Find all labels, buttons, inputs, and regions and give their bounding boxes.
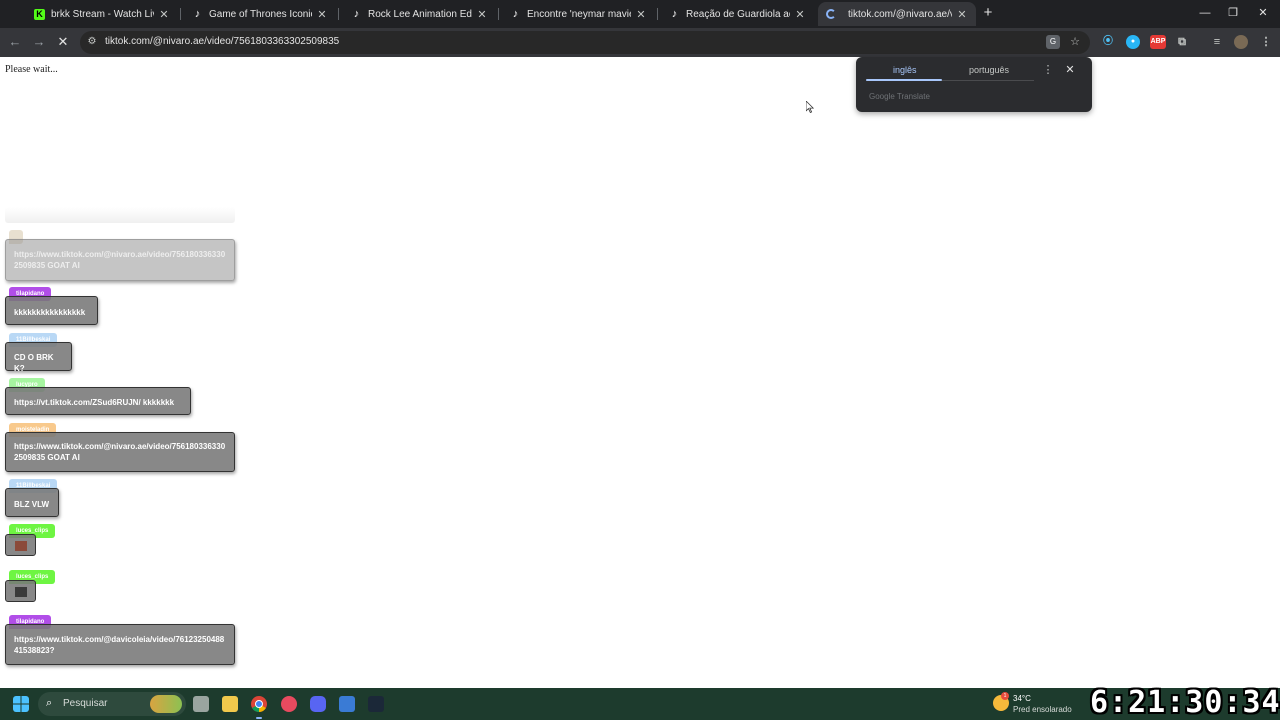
tab-separator <box>657 8 658 20</box>
emote-image <box>15 587 27 597</box>
close-icon[interactable]: ✕ <box>956 8 968 21</box>
extensions-puzzle-icon[interactable]: ⧉ <box>1175 35 1189 49</box>
back-icon[interactable]: ← <box>7 34 23 50</box>
tab-title: Encontre 'neymar mavie edi' no <box>527 8 631 20</box>
chat-emote-message <box>5 580 36 602</box>
tiktok-icon: ♪ <box>194 8 201 20</box>
steam-icon[interactable] <box>368 696 384 712</box>
kick-icon: K <box>34 8 45 20</box>
close-icon[interactable]: ✕ <box>476 8 488 21</box>
minimize-icon[interactable]: — <box>1198 5 1212 21</box>
close-icon[interactable]: ✕ <box>635 8 647 21</box>
discord-icon[interactable] <box>310 696 326 712</box>
address-bar[interactable]: ⚙ tiktok.com/@nivaro.ae/video/7561803363… <box>80 31 1090 54</box>
tab-separator <box>498 8 499 20</box>
bookmark-star-icon[interactable]: ☆ <box>1068 35 1082 49</box>
tab-title: Game of Thrones Iconic Momen <box>209 8 312 20</box>
profile-avatar[interactable] <box>1234 35 1248 49</box>
active-app-indicator <box>256 717 262 719</box>
url-text[interactable]: tiktok.com/@nivaro.ae/video/756180336330… <box>105 36 339 47</box>
tab-title: Reação de Guardiola ao Gol Hi <box>686 8 790 20</box>
stream-timer-overlay: 6:21:30:34 <box>1090 685 1280 720</box>
page-content: Please wait... inglês português ⋮ ✕ Goog… <box>0 57 1280 688</box>
chat-message: CD O BRKK? <box>5 342 72 373</box>
search-icon: ⌕ <box>46 697 53 709</box>
translate-tab-target[interactable]: português <box>969 65 1009 75</box>
search-highlight-image <box>150 695 182 713</box>
extension-blue-icon[interactable]: ● <box>1126 35 1140 49</box>
tab-neymar[interactable]: ♪ Encontre 'neymar mavie edi' no ✕ <box>502 2 655 26</box>
translate-close-icon[interactable]: ✕ <box>1064 63 1076 76</box>
tab-title: Rock Lee Animation Edit from I <box>368 8 472 20</box>
new-tab-button[interactable]: + <box>981 5 995 21</box>
chat-message: kkkkkkkkkkkkkkkk <box>5 296 98 325</box>
active-tab-underline <box>866 79 942 81</box>
stop-loading-icon[interactable]: ✕ <box>55 34 71 50</box>
weather-temperature: 34°C <box>1013 694 1031 703</box>
chat-message: https://vt.tiktok.com/ZSud6RUJN/ kkkkkkk <box>5 387 191 415</box>
tab-separator <box>180 8 181 20</box>
translate-icon[interactable]: G <box>1046 35 1060 49</box>
translate-brand: Google Translate <box>869 92 930 101</box>
weather-condition: Pred ensolarado <box>1013 705 1072 714</box>
close-icon[interactable]: ✕ <box>316 8 328 21</box>
emote-image <box>15 541 27 551</box>
tab-title: brkk Stream - Watch Live on Ki <box>51 8 154 20</box>
tab-separator <box>338 8 339 20</box>
extension-audio-icon[interactable]: ⦿ <box>1101 35 1115 49</box>
tab-kick-stream[interactable]: K brkk Stream - Watch Live on Ki ✕ <box>26 2 178 26</box>
weather-badge: 1 <box>1001 692 1009 700</box>
reading-list-icon[interactable]: ≡ <box>1210 35 1224 49</box>
taskbar: ⌕ Pesquisar 1 34°C Pred ensolarado <box>0 688 1280 720</box>
restore-icon[interactable]: ❐ <box>1226 5 1240 21</box>
screen: K brkk Stream - Watch Live on Ki ✕ ♪ Gam… <box>0 0 1280 720</box>
chrome-icon[interactable] <box>251 696 267 712</box>
menu-kebab-icon[interactable]: ⋮ <box>1259 35 1273 49</box>
mouse-cursor-icon <box>806 101 814 113</box>
file-explorer-icon[interactable] <box>222 696 238 712</box>
translate-tab-source[interactable]: inglês <box>893 65 917 75</box>
tiktok-icon: ♪ <box>353 8 360 20</box>
chat-message: https://www.tiktok.com/@davicoleia/video… <box>5 624 235 665</box>
close-icon[interactable]: ✕ <box>794 8 806 21</box>
task-view-icon[interactable] <box>193 696 209 712</box>
chat-message: BLZ VLW <box>5 488 59 517</box>
tiktok-icon: ♪ <box>671 8 678 20</box>
windows-start-icon[interactable] <box>13 696 29 712</box>
chat-emote-message <box>5 534 36 556</box>
app-blue-icon[interactable] <box>339 696 355 712</box>
tab-game-of-thrones[interactable]: ♪ Game of Thrones Iconic Momen ✕ <box>184 2 336 26</box>
tab-guardiola[interactable]: ♪ Reação de Guardiola ao Gol Hi ✕ <box>661 2 814 26</box>
forward-icon[interactable]: → <box>31 34 47 50</box>
tiktok-icon: ♪ <box>512 8 519 20</box>
loading-icon <box>826 9 836 19</box>
site-info-icon[interactable]: ⚙ <box>86 36 98 48</box>
browser-toolbar: ← → ✕ ⚙ tiktok.com/@nivaro.ae/video/7561… <box>0 28 1280 57</box>
tab-active-tiktok[interactable]: tiktok.com/@nivaro.ae/video/7 ✕ <box>818 2 976 26</box>
chat-message: https://www.tiktok.com/@nivaro.ae/video/… <box>5 432 235 472</box>
tab-title: tiktok.com/@nivaro.ae/video/7 <box>848 8 952 20</box>
translate-menu-icon[interactable]: ⋮ <box>1042 63 1054 76</box>
adblock-icon[interactable]: ABP <box>1150 35 1166 49</box>
translate-popup: inglês português ⋮ ✕ Google Translate <box>856 57 1092 112</box>
app-red-icon[interactable] <box>281 696 297 712</box>
chat-fading-message <box>5 207 235 223</box>
search-placeholder: Pesquisar <box>63 698 108 709</box>
tab-strip: K brkk Stream - Watch Live on Ki ✕ ♪ Gam… <box>0 0 1280 28</box>
close-icon[interactable]: ✕ <box>158 8 170 21</box>
loading-status-text: Please wait... <box>5 64 58 75</box>
tab-rock-lee[interactable]: ♪ Rock Lee Animation Edit from I ✕ <box>343 2 496 26</box>
window-close-icon[interactable]: ✕ <box>1256 5 1270 21</box>
chat-message: https://www.tiktok.com/@nivaro.ae/video/… <box>5 239 235 281</box>
taskbar-search[interactable]: ⌕ Pesquisar <box>38 692 186 716</box>
